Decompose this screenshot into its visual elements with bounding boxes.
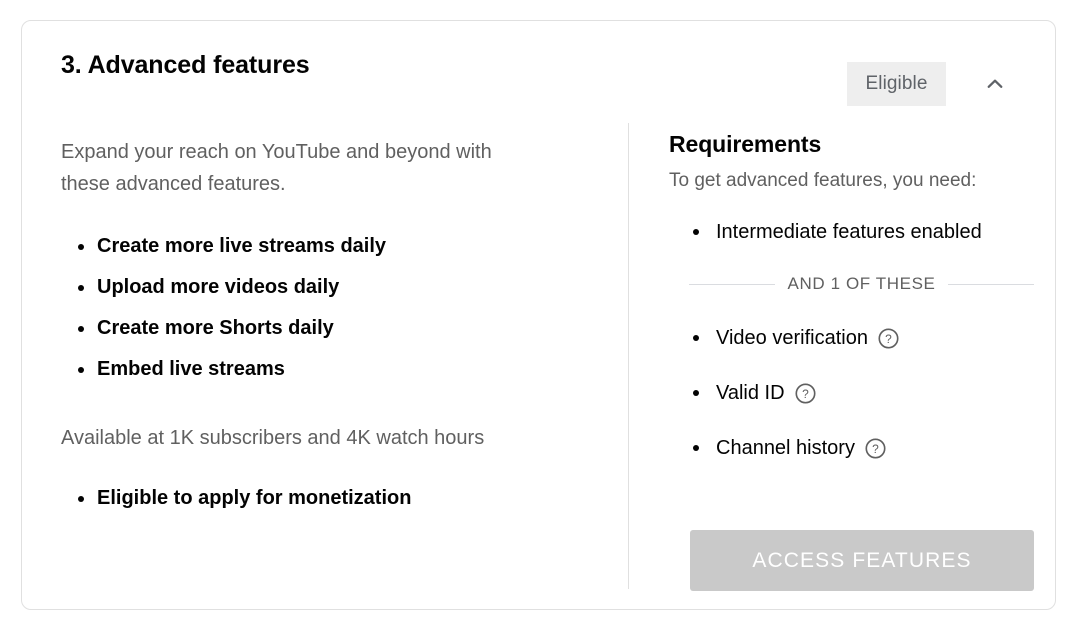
alternative-requirements-list: Video verification ? Valid ID ? [669, 324, 1039, 462]
access-features-button[interactable]: ACCESS FEATURES [690, 530, 1034, 591]
status-badge: Eligible [847, 62, 946, 106]
bullet-icon [693, 335, 699, 341]
column-divider [628, 123, 629, 589]
feature-label: Create more Shorts daily [97, 317, 334, 339]
requirement-label: Valid ID [716, 379, 785, 407]
list-item: Eligible to apply for monetization [61, 478, 601, 519]
divider-rule-right [948, 284, 1034, 285]
bullet-icon [78, 285, 84, 291]
divider-rule-left [689, 284, 775, 285]
list-item: Intermediate features enabled [669, 218, 1039, 246]
advanced-features-card: 3. Advanced features Eligible Expand you… [21, 20, 1056, 610]
collapse-section-button[interactable] [974, 63, 1016, 105]
feature-label: Eligible to apply for monetization [97, 487, 411, 509]
bullet-icon [693, 229, 699, 235]
help-circle-icon[interactable]: ? [864, 437, 887, 460]
availability-note: Available at 1K subscribers and 4K watch… [61, 424, 601, 452]
card-header: 3. Advanced features Eligible [22, 21, 1055, 123]
bullet-icon [693, 390, 699, 396]
requirements-title: Requirements [669, 131, 1039, 158]
bullet-icon [78, 496, 84, 502]
list-item: Embed live streams [61, 349, 601, 390]
list-item: Create more live streams daily [61, 226, 601, 267]
list-item: Video verification ? [669, 324, 1039, 352]
svg-text:?: ? [802, 386, 809, 400]
feature-label: Upload more videos daily [97, 276, 339, 298]
divider-label: AND 1 OF THESE [775, 274, 949, 294]
bullet-icon [693, 445, 699, 451]
list-item: Valid ID ? [669, 379, 1039, 407]
feature-label: Create more live streams daily [97, 235, 386, 257]
right-column: Requirements To get advanced features, y… [669, 123, 1039, 462]
help-circle-icon[interactable]: ? [794, 382, 817, 405]
left-column: Expand your reach on YouTube and beyond … [61, 123, 601, 519]
page-title: 3. Advanced features [61, 51, 310, 80]
and-divider: AND 1 OF THESE [689, 274, 1034, 294]
requirement-label: Channel history [716, 434, 855, 462]
lead-description: Expand your reach on YouTube and beyond … [61, 136, 541, 200]
help-circle-icon[interactable]: ? [877, 327, 900, 350]
list-item: Create more Shorts daily [61, 308, 601, 349]
requirement-label: Intermediate features enabled [716, 218, 982, 246]
requirements-subtitle: To get advanced features, you need: [669, 168, 1039, 194]
svg-text:?: ? [885, 331, 892, 345]
monetization-feature-list: Eligible to apply for monetization [61, 478, 601, 519]
primary-requirements-list: Intermediate features enabled [669, 218, 1039, 246]
bullet-icon [78, 244, 84, 250]
feature-label: Embed live streams [97, 358, 285, 380]
requirement-label: Video verification [716, 324, 868, 352]
list-item: Channel history ? [669, 434, 1039, 462]
bullet-icon [78, 367, 84, 373]
chevron-up-icon [982, 71, 1008, 97]
bullet-icon [78, 326, 84, 332]
list-item: Upload more videos daily [61, 267, 601, 308]
svg-text:?: ? [872, 441, 879, 455]
feature-list: Create more live streams daily Upload mo… [61, 226, 601, 390]
card-body: Expand your reach on YouTube and beyond … [22, 123, 1055, 609]
